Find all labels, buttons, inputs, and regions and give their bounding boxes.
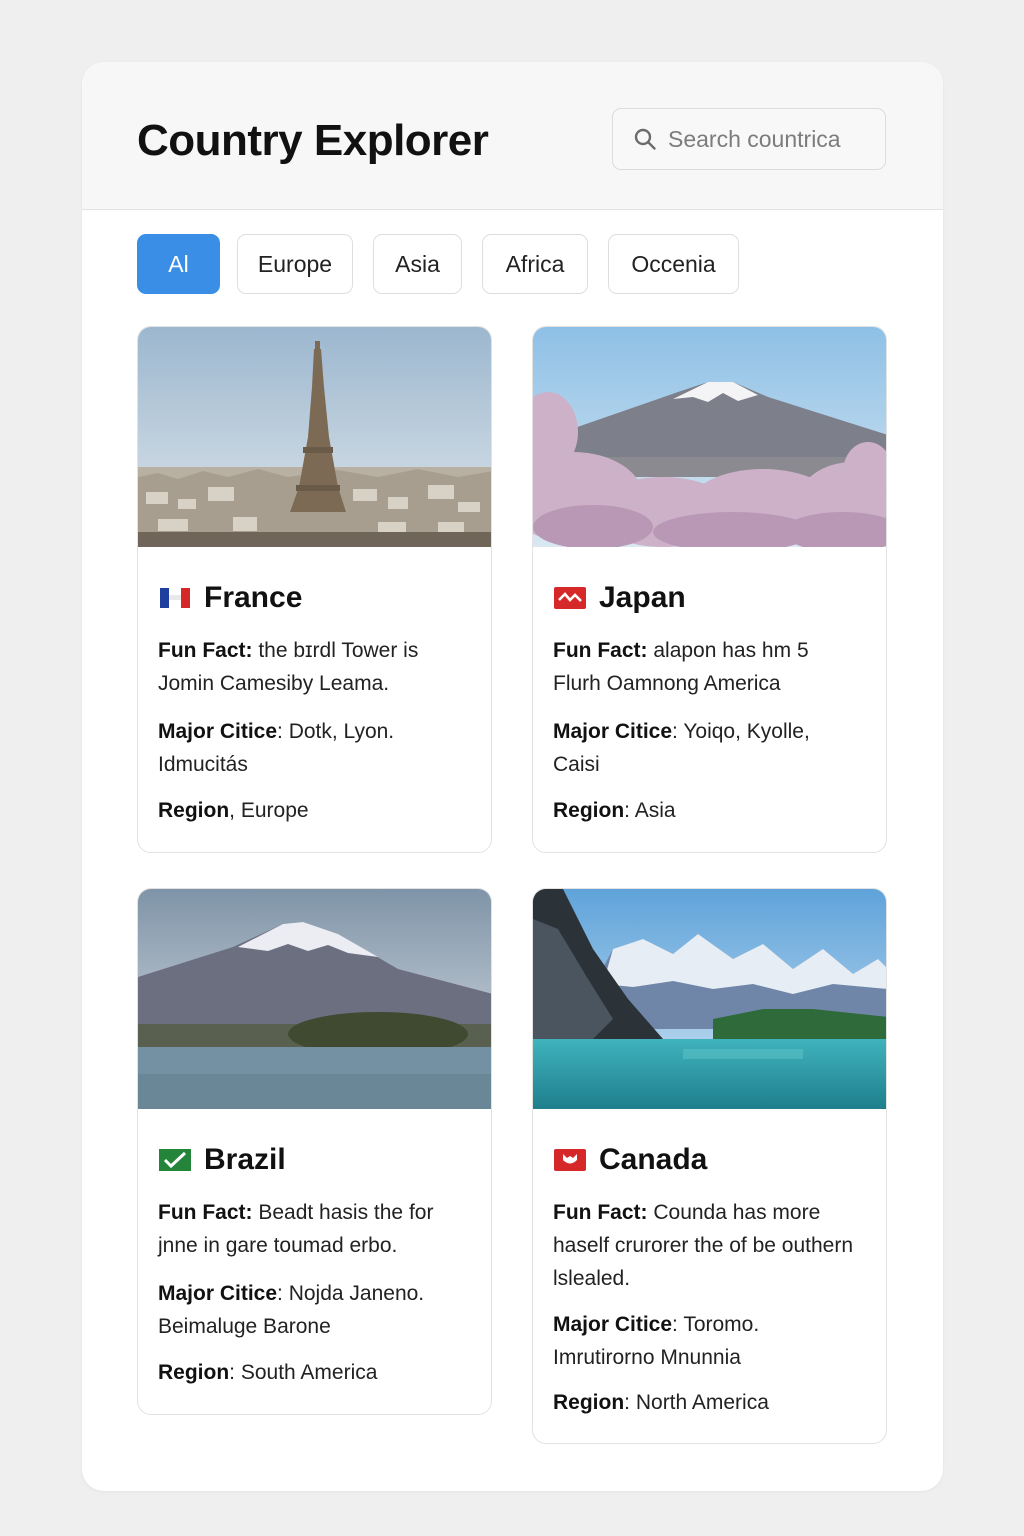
fun-fact: Fun Fact: Beadt hasis the for jnne in ga… [158, 1196, 458, 1262]
region-label: Region [553, 799, 625, 822]
major-cities-label: Major Citice [158, 1282, 278, 1305]
country-name-text: Brazil [204, 1143, 286, 1176]
major-cities-label: Major Citice [158, 720, 278, 743]
page-title: Country Explorer [137, 116, 489, 165]
country-name-france: France [158, 580, 302, 616]
country-name-text: Japan [599, 581, 686, 614]
major-cities: Major Citice: Dotk, Lyon. Idmucitás [158, 720, 395, 776]
country-explorer-app: Country Explorer Al Europe Asia Africa O… [82, 62, 943, 1491]
canada-landscape-image [533, 889, 886, 1109]
region-label: Region [158, 799, 230, 822]
filter-all-button[interactable]: Al [137, 234, 220, 294]
france-landmark-image [138, 327, 491, 547]
region-label: Region [158, 1361, 230, 1384]
filter-oceania-button[interactable]: Occenia [608, 234, 739, 294]
major-cities-label: Major Citice [553, 720, 673, 743]
country-name-japan: Japan [553, 580, 686, 616]
filter-africa-button[interactable]: Africa [482, 234, 588, 294]
major-cities-label: Major Citice [553, 1313, 673, 1336]
country-card-japan[interactable]: Japan Fun Fact: alapon has hm 5 Flurh Oa… [532, 326, 887, 853]
france-flag-icon [160, 588, 190, 608]
fun-fact-label: Fun Fact: [158, 1201, 253, 1224]
fun-fact-label: Fun Fact: [553, 639, 648, 662]
fun-fact-label: Fun Fact: [158, 639, 253, 662]
japan-flag-icon [554, 587, 586, 609]
filter-asia-button[interactable]: Asia [373, 234, 462, 294]
fun-fact: Fun Fact: alapon has hm 5 Flurh Oamnong … [553, 634, 853, 700]
region-text: Europe [240, 799, 309, 822]
major-cities: Major Citice: Toromo. Imrutirorno Mnunni… [553, 1313, 760, 1369]
brazil-flag-icon [159, 1149, 191, 1171]
region: Region, Europe [158, 799, 309, 822]
fun-fact: Fun Fact: the bɪrdl Tower is Jomin Cames… [158, 634, 458, 700]
region: Region: North America [553, 1391, 769, 1414]
region-text: Asia [634, 799, 676, 822]
country-name-text: France [204, 581, 303, 614]
canada-flag-icon [554, 1149, 586, 1171]
header-bar: Country Explorer [82, 62, 943, 210]
region-label: Region [553, 1391, 625, 1414]
search-icon [634, 128, 656, 150]
major-cities: Major Citice: Nojda Janeno. Beimaluge Ba… [158, 1282, 425, 1338]
country-name-text: Canada [599, 1143, 708, 1176]
region: Region: Asia [553, 799, 676, 822]
search-box[interactable] [612, 108, 886, 170]
japan-landmark-image [533, 327, 886, 547]
region: Region: South America [158, 1361, 378, 1384]
country-card-brazil[interactable]: Brazil Fun Fact: Beadt hasis the for jnn… [137, 888, 492, 1415]
country-card-france[interactable]: France Fun Fact: the bɪrdl Tower is Jomi… [137, 326, 492, 853]
major-cities: Major Citice: Yoiqo, Kyolle, Caisi [553, 720, 810, 776]
fun-fact-label: Fun Fact: [553, 1201, 648, 1224]
filter-europe-button[interactable]: Europe [237, 234, 353, 294]
brazil-landscape-image [138, 889, 491, 1109]
region-text: South America [240, 1361, 378, 1384]
country-name-canada: Canada [553, 1142, 707, 1178]
fun-fact: Fun Fact: Counda has more haself crurore… [553, 1196, 853, 1295]
country-name-brazil: Brazil [158, 1142, 286, 1178]
country-card-canada[interactable]: Canada Fun Fact: Counda has more haself … [532, 888, 887, 1444]
search-input[interactable] [668, 125, 868, 153]
region-text: North America [635, 1391, 769, 1414]
